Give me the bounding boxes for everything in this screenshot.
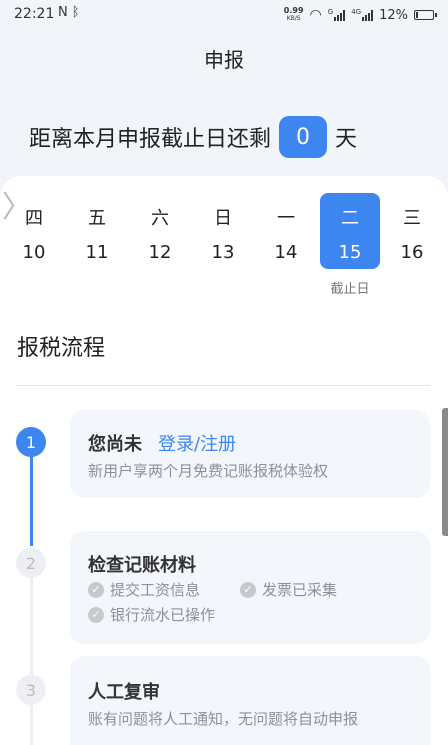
check-circle-icon: ✓ bbox=[88, 606, 104, 623]
status-left-icons: Nᛒ bbox=[58, 5, 84, 20]
signal-1-icon: G bbox=[328, 9, 346, 21]
step-title: 您尚未 bbox=[88, 434, 142, 455]
calendar-weekday: 一 bbox=[277, 208, 295, 229]
calendar-day[interactable]: 五 11 bbox=[67, 193, 127, 269]
status-bar: 22:21 Nᛒ 0.99 KB/S ◠ G 4G 12% bbox=[0, 0, 448, 30]
check-item: ✓ 提交工资信息 bbox=[88, 579, 200, 600]
calendar-weekday: 三 bbox=[403, 208, 421, 229]
login-register-link[interactable]: 登录/注册 bbox=[158, 430, 236, 456]
timeline-line bbox=[30, 577, 33, 675]
signal-2-icon: 4G bbox=[351, 9, 374, 21]
calendar-day[interactable]: 一 14 bbox=[256, 193, 316, 269]
calendar-weekday: 五 bbox=[88, 208, 106, 229]
step-card-check-materials[interactable]: 检查记账材料 ✓ 提交工资信息 ✓ 发票已采集 ✓ 银行流水已操作 bbox=[70, 531, 430, 644]
check-circle-icon: ✓ bbox=[240, 581, 256, 598]
calendar-day[interactable]: 三 16 bbox=[382, 193, 442, 269]
timeline-line-active bbox=[30, 456, 33, 546]
status-time: 22:21 bbox=[14, 6, 55, 22]
check-item: ✓ 发票已采集 bbox=[240, 579, 337, 600]
countdown-prefix: 距离本月申报截止日还剩 bbox=[29, 127, 272, 152]
step-number-2: 2 bbox=[16, 548, 46, 578]
step-number-1: 1 bbox=[16, 427, 46, 457]
network-speed: 0.99 KB/S bbox=[283, 6, 304, 23]
step-number-3: 3 bbox=[16, 675, 46, 705]
calendar-date: 10 bbox=[22, 242, 46, 263]
step-card-login[interactable]: 您尚未 登录/注册 新用户享两个月免费记账报税体验权 bbox=[70, 410, 430, 498]
check-circle-icon: ✓ bbox=[88, 581, 104, 598]
check-item: ✓ 银行流水已操作 bbox=[88, 604, 215, 625]
battery-percent: 12% bbox=[379, 7, 408, 23]
step-title: 人工复审 bbox=[88, 682, 160, 703]
calendar-date: 13 bbox=[211, 242, 235, 263]
step-description: 账有问题将人工通知，无问题将自动申报 bbox=[88, 710, 359, 728]
calendar-weekday: 二 bbox=[341, 208, 359, 229]
divider bbox=[16, 385, 430, 386]
deadline-label: 截止日 bbox=[330, 282, 370, 297]
calendar-date: 11 bbox=[85, 242, 109, 263]
battery-icon bbox=[414, 10, 437, 20]
bluetooth-icon: ᛒ bbox=[71, 5, 84, 20]
scrollbar[interactable] bbox=[442, 408, 448, 536]
calendar-date: 12 bbox=[148, 242, 172, 263]
calendar-day[interactable]: 四 10 bbox=[4, 193, 64, 269]
calendar-day-selected[interactable]: 二 15 bbox=[320, 193, 380, 269]
calendar-date: 14 bbox=[274, 242, 298, 263]
calendar-date: 15 bbox=[338, 242, 362, 263]
countdown-days-badge: 0 bbox=[279, 116, 328, 158]
nfc-icon: N bbox=[58, 5, 72, 20]
calendar-weekday: 四 bbox=[25, 208, 43, 229]
step-description: 新用户享两个月免费记账报税体验权 bbox=[88, 462, 329, 480]
calendar-date: 16 bbox=[400, 242, 424, 263]
status-right: 0.99 KB/S ◠ G 4G 12% bbox=[283, 5, 437, 25]
calendar-day[interactable]: 日 13 bbox=[193, 193, 253, 269]
timeline-line bbox=[30, 704, 33, 745]
wifi-icon: ◠ bbox=[309, 7, 322, 23]
countdown-suffix: 天 bbox=[335, 127, 358, 152]
calendar-day[interactable]: 六 12 bbox=[130, 193, 190, 269]
deadline-countdown: 距离本月申报截止日还剩 0 天 bbox=[29, 116, 357, 158]
page-title: 申报 bbox=[204, 48, 244, 72]
section-title: 报税流程 bbox=[17, 336, 106, 361]
step-title: 检查记账材料 bbox=[88, 555, 196, 576]
calendar-weekday: 六 bbox=[151, 208, 169, 229]
calendar-weekday: 日 bbox=[214, 208, 232, 229]
step-card-manual-review[interactable]: 人工复审 账有问题将人工通知，无问题将自动申报 bbox=[70, 656, 430, 745]
